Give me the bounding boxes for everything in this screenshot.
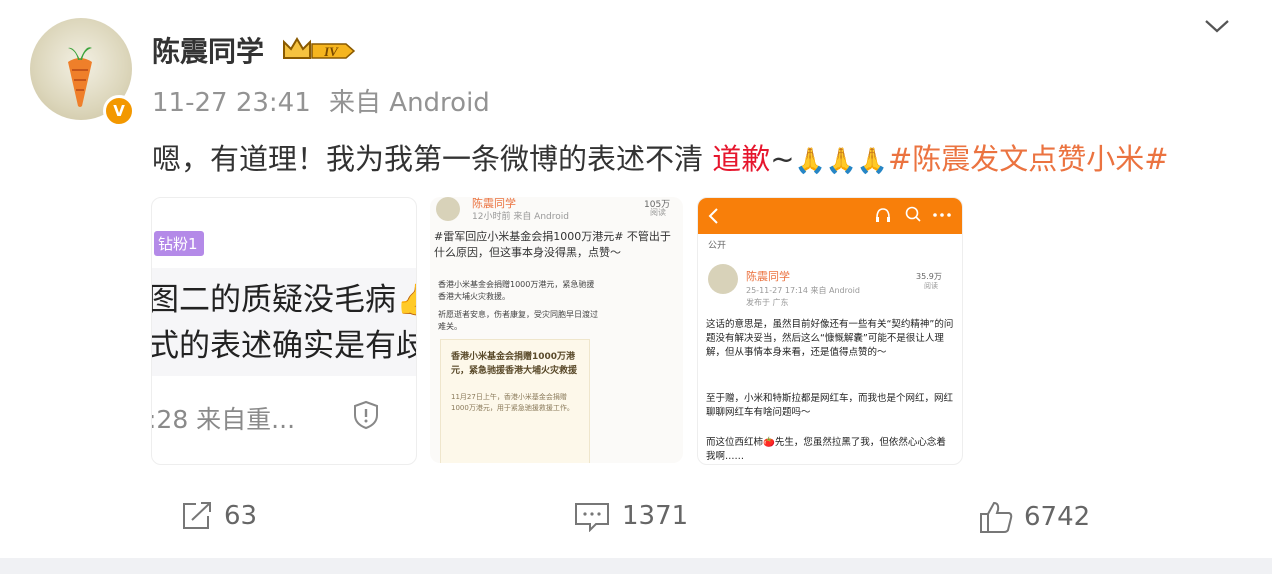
thumb-read-label: 阅读 bbox=[650, 208, 666, 217]
back-icon bbox=[708, 208, 718, 224]
level-badge-label: IV bbox=[323, 44, 339, 59]
news-card-title: 香港小米基金会捐赠1000万港元，紧急驰援香港大埔火灾救援 bbox=[451, 352, 578, 376]
vip-crown-icon[interactable]: IV bbox=[282, 36, 356, 64]
thumb-read-label: 阅读 bbox=[924, 282, 938, 290]
comment-icon bbox=[575, 503, 609, 533]
news-card-body: 11月27日上午，香港小米基金会捐赠1000万港元，用于紧急驰援救援工作。 bbox=[451, 393, 574, 412]
tilde: ~ bbox=[770, 142, 795, 176]
thumb-paragraph-1: 香港小米基金会捐赠1000万港元，紧急驰援香港大埔火灾救援。 bbox=[438, 280, 595, 301]
thumb-paragraph-2: 祈愿逝者安息，伤者康复，受灾同胞早日渡过难关。 bbox=[438, 310, 598, 331]
more-icon bbox=[933, 213, 951, 217]
carrot-avatar-image bbox=[68, 47, 92, 107]
verified-badge-icon: V bbox=[103, 95, 135, 127]
post-time[interactable]: 11-27 23:41 bbox=[152, 88, 311, 118]
hashtag-link[interactable]: #陈震发文点赞小米# bbox=[888, 142, 1169, 176]
weibo-post-card: V 陈震同学 IV 11-27 23:41 来自 Android 嗯，有道理！我… bbox=[0, 0, 1272, 558]
repost-button[interactable]: 63 bbox=[180, 500, 257, 534]
news-card: 香港小米基金会捐赠1000万港元，紧急驰援香港大埔火灾救援 11月27日上午，香… bbox=[440, 339, 590, 463]
thumb-headline: #雷军回应小米基金会捐1000万港元# 不管出于什么原因，但这事本身没得黑，点赞… bbox=[434, 230, 671, 259]
image-thumbnail-3[interactable]: 公开 陈震同学 25-11-27 17:14 来自 Android 发布于 广东… bbox=[697, 197, 963, 465]
fan-badge: 钻粉1 bbox=[154, 231, 204, 256]
app-top-bar bbox=[698, 198, 962, 234]
thumb-avatar bbox=[436, 197, 460, 221]
thumb-time: 25-11-27 17:14 来自 Android bbox=[746, 286, 860, 295]
thumb-meta: 12小时前 来自 Android bbox=[472, 212, 569, 222]
chevron-down-icon[interactable] bbox=[1202, 16, 1232, 36]
thumb-paragraph-3: 而这位西红柿🍅先生，您虽然拉黑了我，但依然心心念着我啊…… bbox=[706, 437, 946, 462]
like-button[interactable]: 6742 bbox=[978, 500, 1090, 534]
shield-icon bbox=[354, 400, 378, 430]
thumb-public-label: 公开 bbox=[708, 241, 727, 251]
image-thumbnail-1[interactable]: 钻粉1 图二的质疑没毛病👍 式的表述确实是有歧 :28 来自重... bbox=[151, 197, 417, 465]
post-meta: 11-27 23:41 来自 Android bbox=[152, 82, 500, 119]
post-content: 嗯，有道理！我为我第一条微博的表述不清 道歉~🙏🙏🙏#陈震发文点赞小米# bbox=[152, 136, 1169, 178]
post-text: 嗯，有道理！我为我第一条微博的表述不清 bbox=[152, 142, 713, 176]
comment-text-line-2: 式的表述确实是有歧 bbox=[151, 328, 417, 364]
thumb-location: 发布于 广东 bbox=[746, 298, 789, 307]
thumb-username: 陈震同学 bbox=[746, 270, 790, 283]
headphones-icon bbox=[876, 208, 890, 222]
username[interactable]: 陈震同学 bbox=[152, 30, 264, 70]
highlight-keyword[interactable]: 道歉 bbox=[712, 142, 770, 176]
search-icon bbox=[905, 206, 921, 222]
post-source: 来自 Android bbox=[329, 88, 490, 118]
thumb-avatar bbox=[708, 264, 738, 294]
repost-count: 63 bbox=[224, 501, 258, 531]
comment-text-line-1: 图二的质疑没毛病👍 bbox=[151, 282, 417, 318]
image-thumbnail-2[interactable]: 陈震同学 12小时前 来自 Android 105万 阅读 #雷军回应小米基金会… bbox=[430, 197, 683, 463]
thumb-paragraph-1: 这话的意思是，虽然目前好像还有一些有关“契约精神”的问题没有解决妥当，然后这么“… bbox=[706, 319, 954, 358]
comment-button[interactable]: 1371 bbox=[572, 500, 688, 534]
thumbs-up-icon bbox=[980, 501, 1013, 533]
thumb-paragraph-2: 至于赠，小米和特斯拉都是网红车，而我也是个网红，网红聊聊网红车有啥问题吗～ bbox=[706, 393, 954, 418]
pray-emoji-icon: 🙏🙏🙏 bbox=[794, 146, 888, 175]
comment-footer: :28 来自重... bbox=[151, 405, 296, 434]
comment-count: 1371 bbox=[622, 501, 689, 531]
repost-icon bbox=[183, 502, 211, 529]
like-count: 6742 bbox=[1024, 502, 1091, 532]
